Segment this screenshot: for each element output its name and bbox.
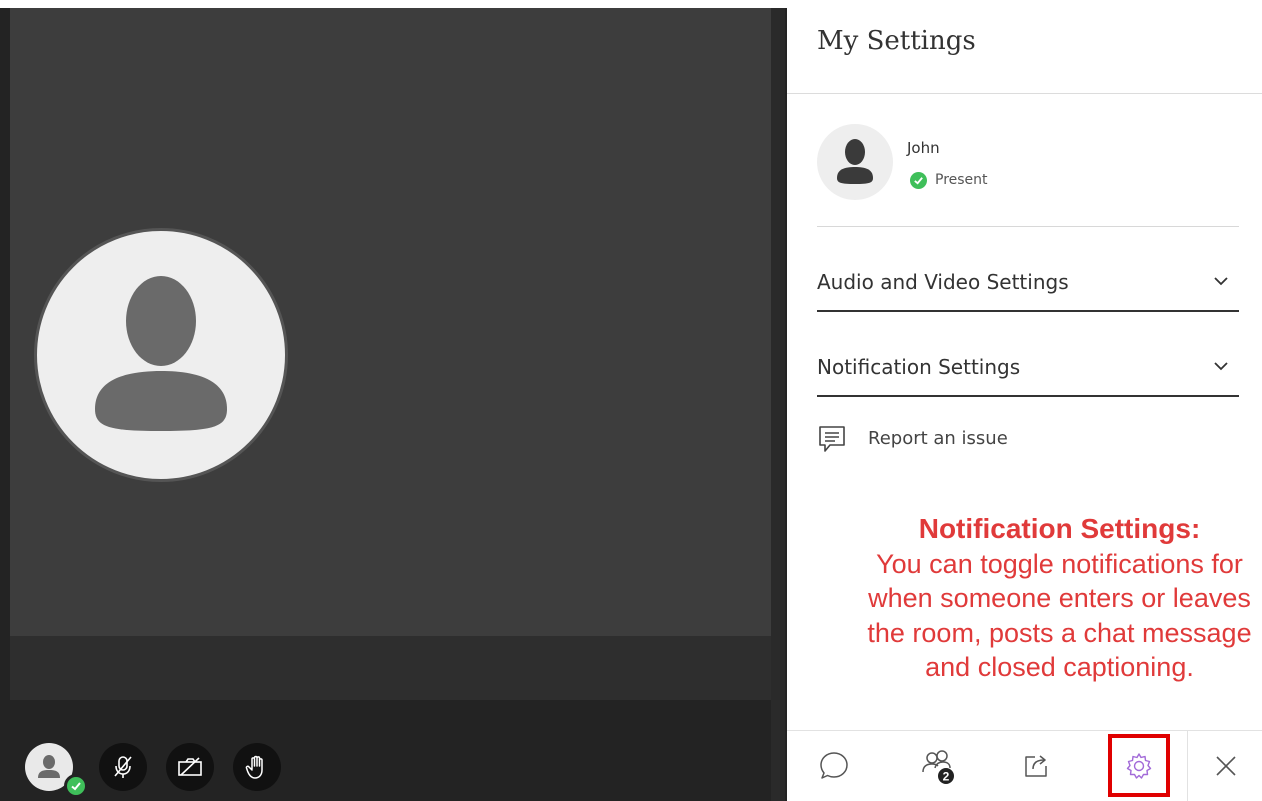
microphone-muted-icon xyxy=(114,756,132,778)
user-name: John xyxy=(907,139,940,157)
person-icon xyxy=(38,755,60,778)
callout-body: You can toggle notifications for when so… xyxy=(867,548,1252,683)
person-icon xyxy=(95,276,227,431)
participants-button[interactable]: 2 xyxy=(892,731,986,801)
camera-off-icon xyxy=(178,757,202,776)
settings-highlight-box xyxy=(1108,734,1170,797)
chevron-down-icon xyxy=(1214,362,1228,371)
share-content-icon xyxy=(1025,755,1047,777)
chat-icon xyxy=(820,752,848,779)
report-issue-label: Report an issue xyxy=(868,428,1008,449)
check-icon xyxy=(914,177,923,185)
session-controls-bar xyxy=(0,736,787,801)
camera-button[interactable] xyxy=(166,743,214,791)
participants-icon: 2 xyxy=(922,750,954,784)
section-label: Audio and Video Settings xyxy=(817,270,1069,294)
stage-divider xyxy=(771,8,785,801)
feedback-icon xyxy=(819,426,845,452)
present-status-icon xyxy=(910,172,927,189)
chevron-down-icon xyxy=(1214,277,1228,286)
close-icon xyxy=(1215,756,1236,776)
stage-top-border xyxy=(0,0,787,8)
microphone-button[interactable] xyxy=(99,743,147,791)
user-avatar xyxy=(817,124,893,200)
raise-hand-button[interactable] xyxy=(233,743,281,791)
chat-button[interactable] xyxy=(787,731,881,801)
person-icon xyxy=(837,139,873,184)
close-panel-button[interactable] xyxy=(1187,731,1262,801)
section-label: Notification Settings xyxy=(817,355,1021,379)
panel-navigation: 2 xyxy=(787,731,1262,801)
participant-avatar xyxy=(34,228,288,482)
check-icon xyxy=(71,782,81,791)
raise-hand-icon xyxy=(245,755,263,779)
user-divider xyxy=(817,226,1239,227)
audio-video-settings-section[interactable]: Audio and Video Settings xyxy=(817,252,1239,312)
notification-settings-section[interactable]: Notification Settings xyxy=(817,337,1239,397)
participants-count: 2 xyxy=(943,770,950,784)
user-status: Present xyxy=(935,172,988,188)
report-issue-link[interactable]: Report an issue xyxy=(817,424,1057,456)
section-underline xyxy=(817,310,1239,312)
share-content-button[interactable] xyxy=(990,731,1084,801)
video-stage xyxy=(0,0,787,801)
callout-title: Notification Settings: xyxy=(918,513,1201,544)
present-status-icon xyxy=(64,774,88,798)
video-bottom-strip xyxy=(10,636,771,700)
section-underline xyxy=(817,395,1239,397)
my-settings-panel: My Settings John Present Audio and Video… xyxy=(787,0,1262,801)
panel-title: My Settings xyxy=(817,26,976,56)
annotation-callout: Notification Settings: You can toggle no… xyxy=(857,512,1262,685)
panel-header-divider xyxy=(787,93,1262,94)
